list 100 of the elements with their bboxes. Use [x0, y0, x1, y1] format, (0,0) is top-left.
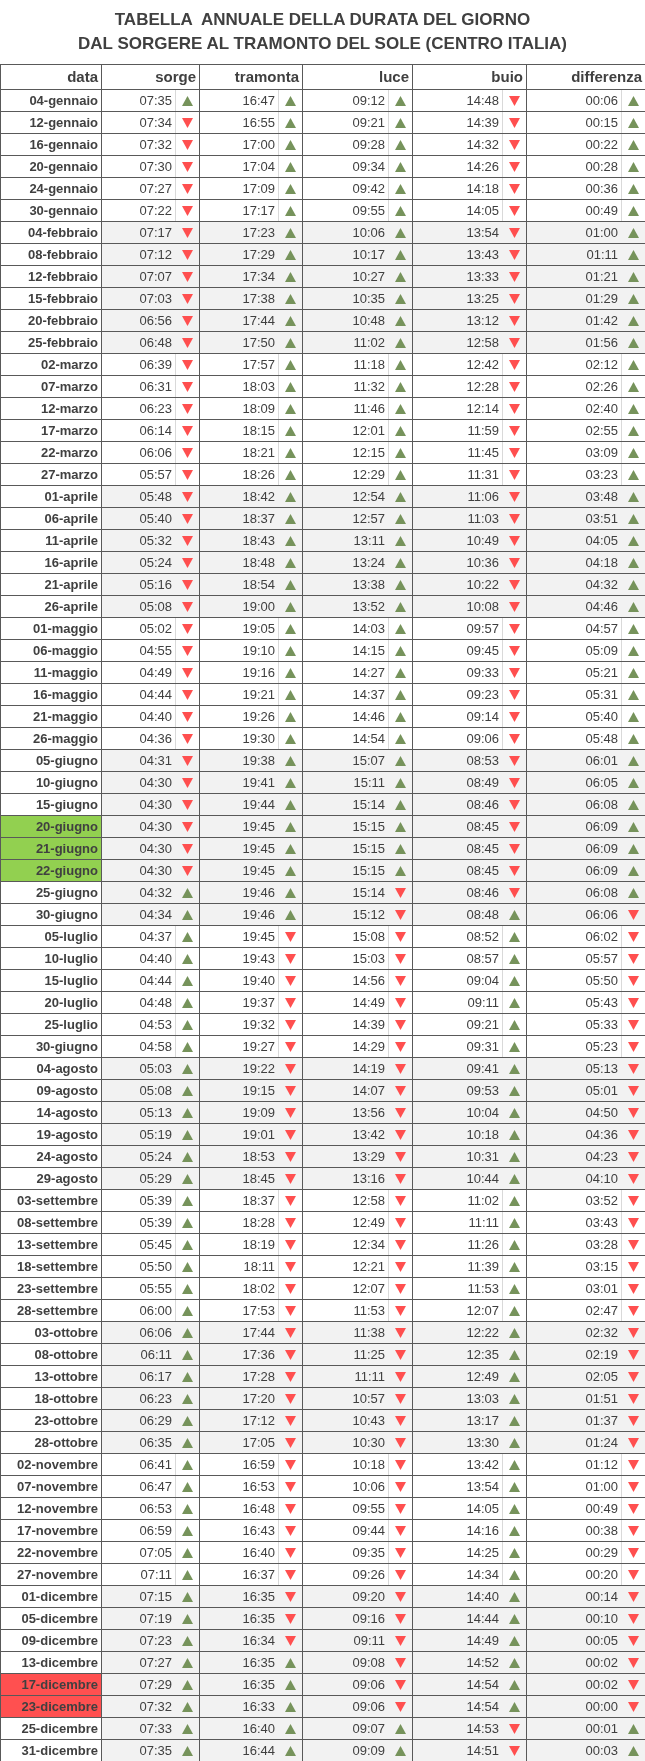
time-value: 19:45 [242, 839, 275, 858]
time-value: 04:34 [139, 905, 172, 924]
time-value: 05:24 [139, 553, 172, 572]
time-value: 14:19 [352, 1059, 385, 1078]
date-cell: 16-aprile [1, 552, 101, 573]
time-value: 14:46 [352, 707, 385, 726]
time-value: 12:49 [466, 1367, 499, 1386]
date-cell: 03-settembre [1, 1190, 101, 1211]
time-value: 19:46 [242, 905, 275, 924]
date-cell: 05-luglio [1, 926, 101, 947]
time-value: 11:02 [353, 333, 385, 352]
time-value: 13:33 [466, 267, 499, 286]
time-value: 09:42 [352, 179, 385, 198]
time-value: 12:01 [352, 421, 385, 440]
date-cell: 08-febbraio [1, 244, 101, 265]
time-value: 13:38 [352, 575, 385, 594]
time-value: 06:08 [585, 883, 618, 902]
time-value: 19:30 [242, 729, 275, 748]
time-value: 04:46 [585, 597, 618, 616]
time-value: 05:09 [585, 641, 618, 660]
time-value: 03:01 [585, 1279, 618, 1298]
time-value: 08:52 [466, 927, 499, 946]
time-value: 12:35 [466, 1345, 499, 1364]
time-value: 11:26 [467, 1235, 499, 1254]
time-value: 15:08 [352, 927, 385, 946]
time-value: 14:32 [466, 135, 499, 154]
column-header: luce [303, 65, 412, 89]
date-cell: 04-gennaio [1, 90, 101, 111]
time-value: 16:55 [242, 113, 275, 132]
time-value: 18:28 [242, 1213, 275, 1232]
time-value: 10:18 [466, 1125, 499, 1144]
time-value: 05:40 [585, 707, 618, 726]
time-value: 06:47 [139, 1477, 172, 1496]
time-value: 08:46 [466, 883, 499, 902]
time-value: 06:09 [585, 861, 618, 880]
date-cell: 03-ottobre [1, 1322, 101, 1343]
time-value: 14:54 [466, 1675, 499, 1694]
date-cell: 23-settembre [1, 1278, 101, 1299]
time-value: 11:02 [467, 1191, 499, 1210]
table-title: DAL SORGERE AL TRAMONTO DEL SOLE (CENTRO ITALIA) [78, 33, 567, 55]
time-value: 00:22 [585, 135, 618, 154]
time-value: 11:11 [354, 1367, 385, 1386]
time-value: 09:21 [466, 1015, 499, 1034]
time-value: 16:35 [242, 1609, 275, 1628]
date-cell: 11-maggio [1, 662, 101, 683]
date-cell: 22-marzo [1, 442, 101, 463]
time-value: 05:19 [139, 1125, 172, 1144]
time-value: 13:30 [466, 1433, 499, 1452]
time-value: 09:11 [353, 1631, 385, 1650]
date-cell: 08-settembre [1, 1212, 101, 1233]
time-value: 19:41 [242, 773, 275, 792]
time-value: 04:05 [585, 531, 618, 550]
date-cell: 20-febbraio [1, 310, 101, 331]
date-cell: 10-giugno [1, 772, 101, 793]
time-value: 04:57 [585, 619, 618, 638]
time-value: 16:37 [242, 1565, 275, 1584]
time-value: 16:47 [242, 91, 275, 110]
time-value: 10:04 [466, 1103, 499, 1122]
date-cell: 10-luglio [1, 948, 101, 969]
time-value: 04:30 [139, 839, 172, 858]
date-cell: 12-marzo [1, 398, 101, 419]
time-value: 05:48 [139, 487, 172, 506]
time-value: 07:27 [139, 179, 172, 198]
time-value: 16:40 [242, 1543, 275, 1562]
time-value: 02:32 [585, 1323, 618, 1342]
date-cell: 09-agosto [1, 1080, 101, 1101]
date-cell: 06-maggio [1, 640, 101, 661]
time-value: 17:38 [242, 289, 275, 308]
time-value: 04:36 [585, 1125, 618, 1144]
time-value: 09:44 [352, 1521, 385, 1540]
time-value: 04:48 [139, 993, 172, 1012]
time-value: 13:17 [466, 1411, 499, 1430]
time-value: 01:42 [585, 311, 618, 330]
time-value: 01:51 [585, 1389, 618, 1408]
time-value: 16:44 [242, 1741, 275, 1760]
time-value: 14:29 [352, 1037, 385, 1056]
time-value: 05:57 [585, 949, 618, 968]
time-value: 19:38 [242, 751, 275, 770]
date-cell: 01-aprile [1, 486, 101, 507]
time-value: 05:01 [585, 1081, 618, 1100]
time-value: 02:55 [585, 421, 618, 440]
time-value: 14:53 [466, 1719, 499, 1738]
time-value: 05:55 [139, 1279, 172, 1298]
time-value: 08:46 [466, 795, 499, 814]
time-value: 05:21 [585, 663, 618, 682]
time-value: 06:14 [139, 421, 172, 440]
time-value: 00:29 [585, 1543, 618, 1562]
time-value: 09:07 [352, 1719, 385, 1738]
time-value: 10:08 [466, 597, 499, 616]
time-value: 05:39 [139, 1191, 172, 1210]
time-value: 00:15 [585, 113, 618, 132]
time-value: 13:29 [352, 1147, 385, 1166]
date-cell: 05-dicembre [1, 1608, 101, 1629]
time-value: 06:11 [140, 1345, 172, 1364]
time-value: 17:17 [242, 201, 275, 220]
date-cell: 28-ottobre [1, 1432, 101, 1453]
date-cell: 13-settembre [1, 1234, 101, 1255]
time-value: 18:37 [242, 1191, 275, 1210]
date-cell: 23-ottobre [1, 1410, 101, 1431]
time-value: 19:00 [242, 597, 275, 616]
